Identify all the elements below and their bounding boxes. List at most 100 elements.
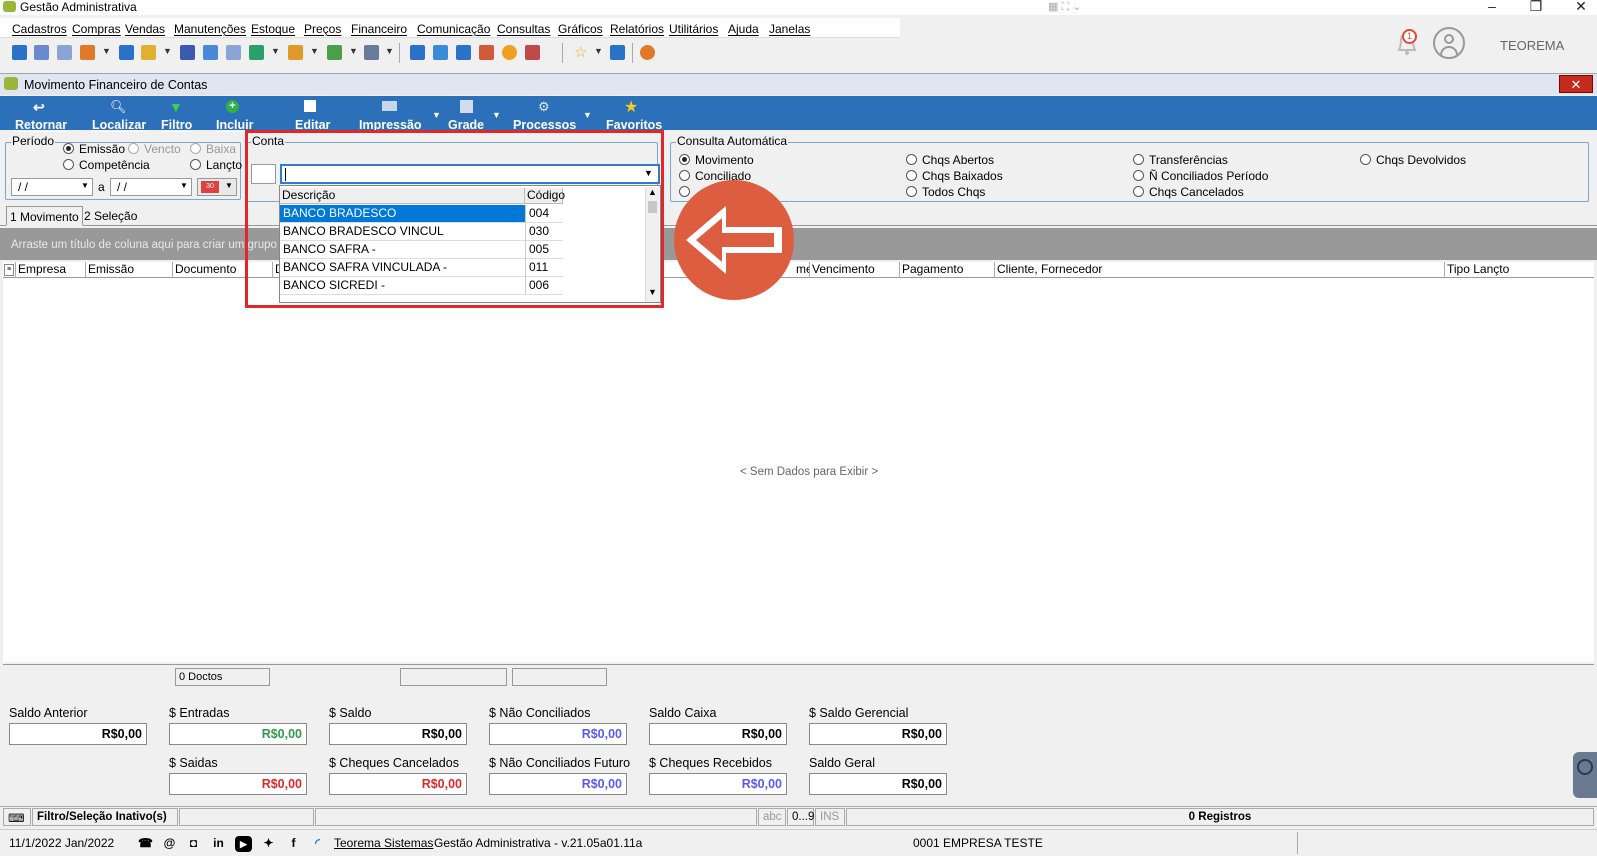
col-pagamento[interactable]: Pagamento xyxy=(899,262,994,278)
power-icon[interactable] xyxy=(640,45,655,60)
movimento-radio[interactable] xyxy=(679,154,690,165)
menu-manutencoes[interactable]: Manutenções xyxy=(174,22,246,36)
date-to-dropdown-icon[interactable]: ▼ xyxy=(180,181,188,190)
impressao-dropdown-icon[interactable]: ▼ xyxy=(432,110,441,120)
todos-chqs-radio[interactable] xyxy=(906,186,917,197)
avatar-head xyxy=(1444,34,1454,44)
twitter-icon[interactable]: ✦ xyxy=(260,836,277,852)
saldo-geral-value: R$0,00 xyxy=(809,773,947,795)
dropdown-arrow-icon[interactable]: ▼ xyxy=(594,46,603,56)
email-icon[interactable]: @ xyxy=(161,836,178,852)
localizar-button[interactable]: Localizar xyxy=(92,118,146,132)
tab-movimento[interactable]: 1 Movimento xyxy=(6,206,83,226)
calc-icon[interactable] xyxy=(433,45,448,60)
notification-badge[interactable]: 1 xyxy=(1402,29,1417,44)
chqs-baixados-radio[interactable] xyxy=(906,170,917,181)
calendar-picker[interactable]: 30 ▼ xyxy=(197,178,237,196)
consulta-label: Consulta Automática xyxy=(676,134,789,148)
menu-compras[interactable]: Compras xyxy=(72,22,121,36)
minimize-button[interactable]: – xyxy=(1472,0,1512,14)
menu-relatorios[interactable]: Relatórios xyxy=(610,22,664,36)
star-icon[interactable]: ☆ xyxy=(574,43,587,61)
instagram-icon[interactable]: ◘ xyxy=(185,836,202,852)
calendar-alert-icon[interactable] xyxy=(479,45,494,60)
layout-icons[interactable]: ▦ ⛶ ⌄ xyxy=(1048,0,1108,15)
support-icon[interactable]: ☎ xyxy=(137,836,154,852)
lancto-radio[interactable] xyxy=(190,159,201,170)
retornar-button[interactable]: Retornar xyxy=(15,118,67,132)
list-icon[interactable] xyxy=(80,45,95,60)
restore-button[interactable]: ❐ xyxy=(1516,0,1556,15)
folder-icon[interactable] xyxy=(12,45,27,60)
col-cliente-fornecedor[interactable]: Cliente, Fornecedor xyxy=(994,262,1444,278)
exit-door-icon[interactable] xyxy=(610,45,625,60)
calendar-icon[interactable] xyxy=(456,45,471,60)
chqs-cancelados-radio[interactable] xyxy=(1133,186,1144,197)
grade-dropdown-icon[interactable]: ▼ xyxy=(492,110,501,120)
dropdown-arrow-icon[interactable]: ▼ xyxy=(310,46,319,56)
col-tipo-lancto[interactable]: Tipo Lançto xyxy=(1444,262,1594,278)
printer-icon[interactable] xyxy=(364,45,379,60)
dropdown-arrow-icon[interactable]: ▼ xyxy=(271,46,280,56)
group-by-band[interactable]: Arraste um título de coluna aqui para cr… xyxy=(0,228,1597,260)
close-window-button[interactable]: ✕ xyxy=(1559,75,1593,93)
date-from-dropdown-icon[interactable]: ▼ xyxy=(81,181,89,190)
emissao-radio[interactable] xyxy=(63,143,74,154)
nao-conciliados-value: R$0,00 xyxy=(489,723,627,745)
grid-icon[interactable] xyxy=(410,45,425,60)
saldo-anterior-value: R$0,00 xyxy=(9,723,147,745)
chqs-abertos-radio[interactable] xyxy=(906,154,917,165)
menu-financeiro[interactable]: Financeiro xyxy=(351,22,407,36)
menu-comunicacao[interactable]: Comunicação xyxy=(417,22,490,36)
facebook-icon[interactable]: f xyxy=(285,836,302,852)
user-icon[interactable] xyxy=(180,45,195,60)
menu-janelas[interactable]: Janelas xyxy=(769,22,810,36)
company-link[interactable]: Teorema Sistemas xyxy=(334,836,433,850)
report-icon[interactable] xyxy=(525,45,540,60)
dropdown-arrow-icon[interactable]: ▼ xyxy=(385,46,394,56)
money-bag-icon[interactable] xyxy=(141,45,156,60)
close-app-button[interactable]: ✕ xyxy=(1561,0,1597,15)
baixa-radio[interactable] xyxy=(190,143,201,154)
vencto-radio[interactable] xyxy=(128,143,139,154)
user-avatar-icon[interactable] xyxy=(1433,27,1465,59)
col-vencimento[interactable]: Vencimento xyxy=(809,262,899,278)
id-card-icon[interactable] xyxy=(226,45,241,60)
card-icon[interactable] xyxy=(57,45,72,60)
menu-ajuda[interactable]: Ajuda xyxy=(728,22,759,36)
menu-estoque[interactable]: Estoque xyxy=(251,22,295,36)
dropdown-arrow-icon[interactable]: ▼ xyxy=(163,46,172,56)
col-emissao[interactable]: Emissão xyxy=(85,262,172,278)
nao-conciliados-periodo-radio[interactable] xyxy=(1133,170,1144,181)
lancto-label: Lançto xyxy=(206,158,243,172)
menu-utilitarios[interactable]: Utilitários xyxy=(669,22,718,36)
box-icon[interactable] xyxy=(288,45,303,60)
competencia-radio[interactable] xyxy=(63,159,74,170)
tab-selecao[interactable]: 2 Seleção xyxy=(81,206,140,226)
menu-cadastros[interactable]: Cadastros xyxy=(12,22,67,36)
chqs-devolvidos-radio[interactable] xyxy=(1360,154,1371,165)
menu-precos[interactable]: Preços xyxy=(304,22,341,36)
dropdown-arrow-icon[interactable]: ▼ xyxy=(102,46,111,56)
menu-vendas[interactable]: Vendas xyxy=(125,22,165,36)
youtube-icon[interactable]: ▶ xyxy=(235,836,252,852)
filtro-button[interactable]: Filtro xyxy=(161,118,192,132)
cash-icon[interactable] xyxy=(327,45,342,60)
linkedin-icon[interactable]: in xyxy=(210,836,227,852)
side-panel-handle[interactable] xyxy=(1573,752,1597,798)
transferencias-radio[interactable] xyxy=(1133,154,1144,165)
menu-graficos[interactable]: Gráficos xyxy=(558,22,603,36)
clock-icon[interactable] xyxy=(502,45,517,60)
dropdown-arrow-icon[interactable]: ▼ xyxy=(349,46,358,56)
cart-icon[interactable] xyxy=(249,45,264,60)
filter-status: Filtro/Seleção Inativo(s) xyxy=(32,808,178,826)
printer-icon xyxy=(382,101,397,111)
people-icon[interactable] xyxy=(34,45,49,60)
calculator-icon[interactable] xyxy=(203,45,218,60)
col-empresa[interactable]: Empresa xyxy=(15,262,85,278)
dollar-doc-icon[interactable] xyxy=(119,45,134,60)
processos-dropdown-icon[interactable]: ▼ xyxy=(583,110,592,120)
col-mento[interactable]: mento xyxy=(794,262,810,278)
column-chooser-icon[interactable]: ≡ xyxy=(4,264,14,276)
menu-consultas[interactable]: Consultas xyxy=(497,22,550,36)
